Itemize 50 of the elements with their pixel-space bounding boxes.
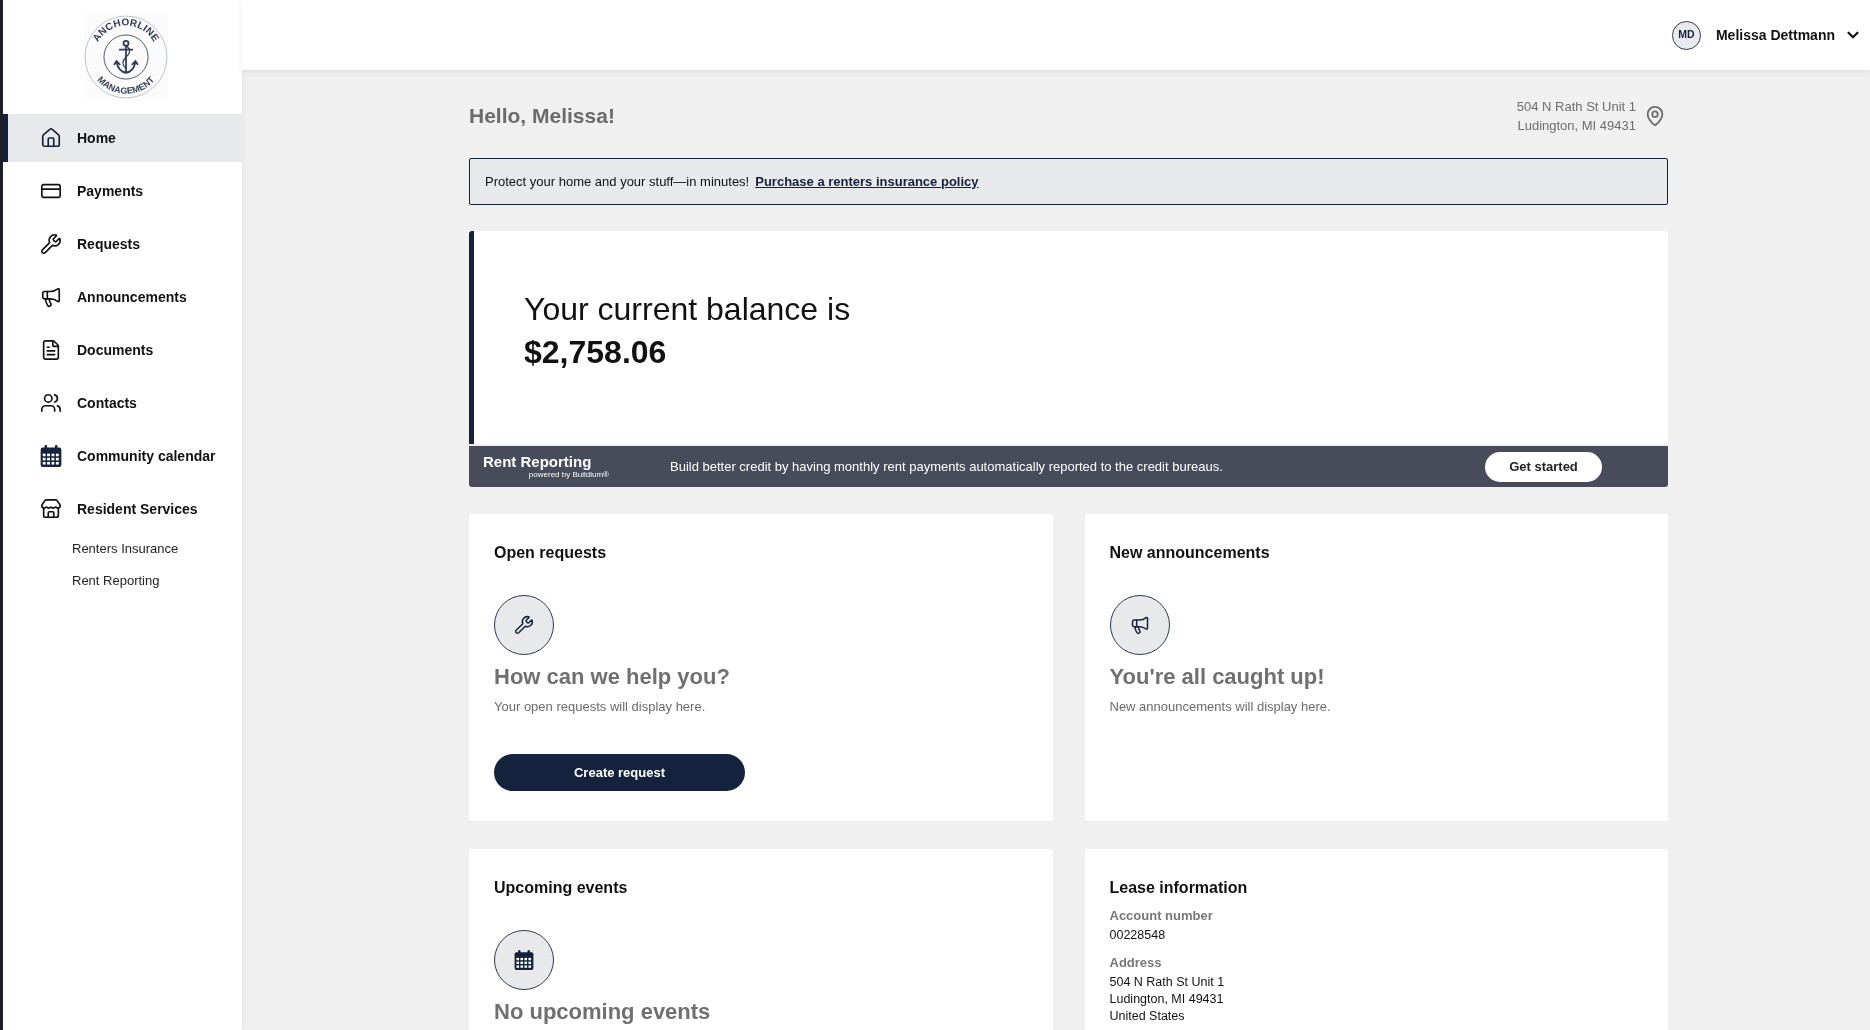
home-icon bbox=[40, 127, 62, 149]
nav-item[interactable]: Community calendar bbox=[3, 432, 242, 480]
empty-state-text: New announcements will display here. bbox=[1109, 698, 1332, 716]
user-name: Melissa Dettmann bbox=[1715, 25, 1835, 45]
user-avatar: MD bbox=[1671, 20, 1701, 50]
nav-item[interactable]: Home bbox=[3, 114, 242, 162]
field-label: Address bbox=[1109, 954, 1163, 972]
store-icon bbox=[40, 498, 62, 520]
field-value: United States bbox=[1109, 1008, 1186, 1025]
empty-state-heading: How can we help you? bbox=[494, 663, 731, 691]
address-line: 504 N Rath St Unit 1 bbox=[1516, 98, 1636, 116]
powered-by-text: powered by Buildium® bbox=[528, 470, 609, 480]
calendar-icon bbox=[40, 445, 62, 467]
card-title: Open requests bbox=[494, 543, 608, 563]
nav-item[interactable]: Contacts bbox=[3, 379, 242, 427]
card-title: Lease information bbox=[1109, 878, 1249, 898]
balance-label: Your current balance is bbox=[524, 290, 852, 329]
nav-item[interactable]: Resident Services bbox=[3, 485, 242, 533]
balance-amount: $2,758.06 bbox=[524, 333, 668, 372]
create-request-button[interactable]: Create request bbox=[494, 754, 745, 791]
document-icon bbox=[40, 339, 62, 361]
user-menu[interactable]: MD Melissa Dettmann bbox=[1671, 15, 1862, 55]
field-value: 504 N Rath St Unit 1 bbox=[1109, 974, 1226, 991]
wrench-icon bbox=[494, 595, 554, 655]
nav-item[interactable]: Payments bbox=[3, 167, 242, 215]
nav-item[interactable]: Documents bbox=[3, 326, 242, 374]
empty-state-heading: You're all caught up! bbox=[1109, 663, 1326, 691]
nav-subitem[interactable]: Rent Reporting bbox=[3, 565, 242, 597]
insurance-link[interactable]: Purchase a renters insurance policy bbox=[755, 171, 979, 192]
map-pin-icon bbox=[1644, 104, 1666, 128]
card-title: Upcoming events bbox=[494, 878, 629, 898]
rent-reporting-title: Rent Reporting bbox=[483, 453, 592, 470]
rent-reporting-message: Build better credit by having monthly rent payments automatically reported to the credit bureaus. bbox=[670, 457, 1224, 476]
empty-state-heading: No upcoming events bbox=[494, 998, 712, 1026]
field-label: Account number bbox=[1109, 907, 1214, 925]
field-value: 00228548 bbox=[1109, 927, 1167, 944]
get-started-button[interactable]: Get started bbox=[1485, 451, 1602, 482]
card-title: New announcements bbox=[1109, 543, 1271, 563]
nav-item[interactable]: Requests bbox=[3, 220, 242, 268]
empty-state-text: Your open requests will display here. bbox=[494, 698, 707, 716]
greeting: Hello, Melissa! bbox=[469, 103, 615, 130]
wrench-icon bbox=[40, 233, 62, 255]
address-line: Ludington, MI 49431 bbox=[1517, 117, 1636, 135]
field-value: Ludington, MI 49431 bbox=[1109, 991, 1225, 1008]
nav-item[interactable]: Announcements bbox=[3, 273, 242, 321]
megaphone-icon bbox=[40, 286, 62, 308]
insurance-message: Protect your home and your stuff—in minutes! bbox=[485, 172, 750, 191]
nav-subitem[interactable]: Renters Insurance bbox=[3, 533, 242, 565]
people-icon bbox=[40, 392, 62, 414]
calendar-icon bbox=[494, 930, 554, 990]
